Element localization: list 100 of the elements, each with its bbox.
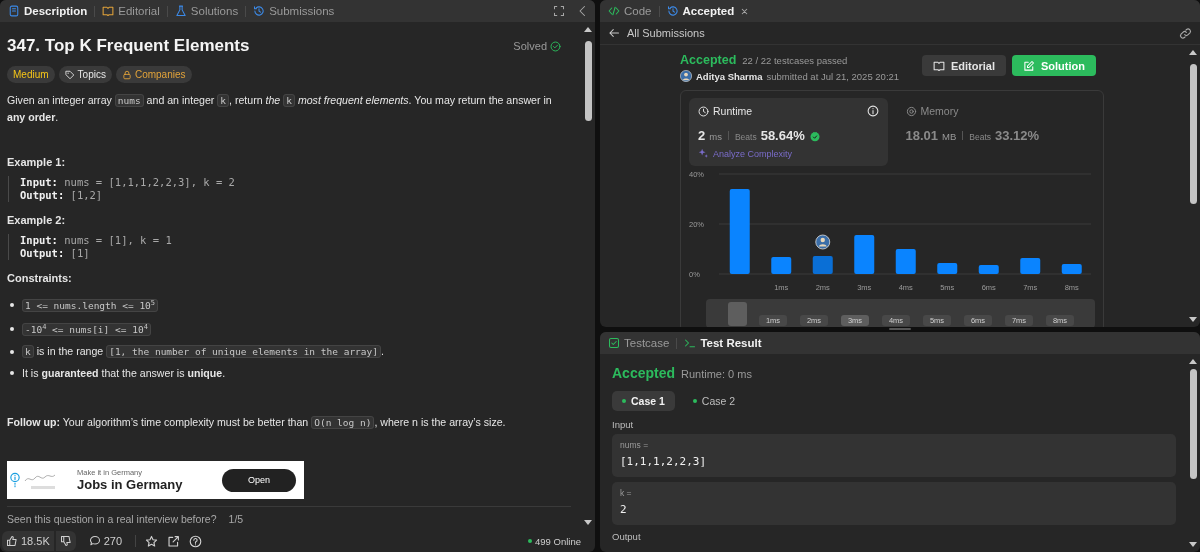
variable-value: [1,1,1,2,2,3] [620,455,708,468]
history-icon [666,5,679,17]
testcases-passed: 22 / 22 testcases passed [742,55,848,66]
close-icon[interactable] [740,6,750,16]
metric-card[interactable]: Runtime 2 ms Beats 58.64% Analyze Complexity [689,98,888,166]
tag[interactable]: Medium [7,66,55,83]
status-dot [528,539,533,543]
share-icon[interactable] [167,534,181,548]
arrow-left-icon [608,27,620,39]
avatar-icon [680,70,692,82]
tag[interactable]: Topics [58,66,112,83]
constraint: It is guaranteed that the answer is unique. [22,366,226,382]
like-button[interactable]: 18.5K [2,531,54,551]
star-icon[interactable] [145,534,159,548]
bullet-icon [10,326,14,331]
bullet-icon [10,349,14,354]
tag[interactable]: Companies [115,66,192,83]
flask-icon [174,5,187,17]
submission-time: submitted at Jul 21, 2025 20:21 [766,70,900,82]
help-icon[interactable] [189,534,203,548]
problem-statement: Given an integer array nums and an integer k , return the k most frequent elements. You may return the answer in any order. [7,93,553,125]
bar [771,257,792,274]
info-icon[interactable] [866,105,879,117]
runtime-label: Runtime: 0 ms [681,368,752,380]
verdict: Accepted [612,365,676,381]
code-icon [608,5,620,17]
beats-label: Beats [734,132,757,142]
check-circle-icon [550,40,561,52]
case-tab[interactable]: Case 1 [612,391,675,411]
online-count: 499 Online [535,535,581,547]
resize-handle[interactable] [889,328,911,330]
status-dot-icon [692,399,697,403]
constraints-heading: Constraints: [7,272,73,284]
checkbox-icon [608,337,620,349]
author-name: Aditya Sharma [696,70,763,82]
back-link[interactable]: All Submissions [608,27,705,39]
tab[interactable]: Solutions [172,3,241,19]
metric-title: Runtime [713,105,753,117]
scroll-down-icon[interactable] [1188,541,1198,549]
metric-value: 18.01 [905,128,939,143]
bullet-icon [10,302,14,307]
beats-badge-icon [808,129,821,142]
tab[interactable]: Editorial [100,3,162,19]
tab[interactable]: Submissions [251,3,337,19]
terminal-icon [684,337,697,349]
interview-question: Seen this question in a real interview before? [7,513,217,526]
scrollbar-thumb[interactable] [1189,369,1197,479]
follow-up-text: Follow up: Your algorithm’s time complexity must be better than O(n log n) , where n is the array’s size. [7,415,507,432]
range-handle[interactable] [728,302,747,326]
variable-value: 2 [620,503,628,516]
case-tab[interactable]: Case 2 [682,391,746,411]
scroll-down-icon[interactable] [1188,316,1198,324]
bar [812,256,833,274]
beats-percent: 33.12% [995,128,1040,143]
comments-button[interactable]: 270 [84,531,127,551]
scroll-up-icon[interactable] [1188,357,1198,365]
example-heading: Example 2: [7,214,67,226]
thumbs-up-icon [6,535,18,547]
variable-name: nums = [620,440,650,450]
example-output-text: Output: [1] [20,247,91,260]
tab[interactable]: Test Result [682,335,764,351]
bar [937,263,958,274]
lock-icon [121,69,132,80]
document-icon [8,5,20,17]
beats-percent: 58.64% [760,128,805,143]
sparkle-icon [698,148,709,159]
example-output-text: Output: [1,2] [20,189,104,202]
tab[interactable]: Testcase [606,335,672,351]
example-input-text: Input: nums = [1,1,1,2,2,3], k = 2 [20,176,236,189]
scrollbar-thumb[interactable] [1189,64,1197,204]
scrollbar-thumb[interactable] [584,41,592,121]
history-icon [253,5,266,17]
tag-icon [64,69,75,80]
tab[interactable]: Accepted [664,3,737,19]
scroll-up-icon[interactable] [583,25,593,33]
clock-icon [698,105,709,117]
editorial-button[interactable]: Editorial [922,55,1006,76]
problem-title: 347. Top K Frequent Elements [7,36,250,56]
link-icon[interactable] [1179,26,1192,40]
scroll-down-icon[interactable] [583,519,593,527]
ad-headline: Jobs in Germany [77,477,184,493]
bar [854,235,875,274]
metric-card[interactable]: Memory 18.01 MB Beats 33.12% [896,98,1095,166]
book-icon [933,59,945,72]
open-button[interactable]: Open [222,468,296,492]
dislike-button[interactable] [54,531,76,551]
verdict: Accepted [680,53,737,67]
tab[interactable]: Code [606,3,654,19]
bar [1020,258,1041,274]
example-heading: Example 1: [7,156,67,168]
status-dot-icon [622,399,626,403]
metric-unit: ms [709,131,722,142]
example-input-text: Input: nums = [1], k = 1 [20,234,173,247]
thumbs-down-icon [59,535,72,547]
bar [895,249,916,274]
scroll-up-icon[interactable] [1188,48,1198,56]
fullscreen-icon[interactable] [553,5,565,17]
book-icon [102,5,115,17]
metric-unit: MB [942,131,957,142]
tab[interactable]: Description [6,3,90,19]
